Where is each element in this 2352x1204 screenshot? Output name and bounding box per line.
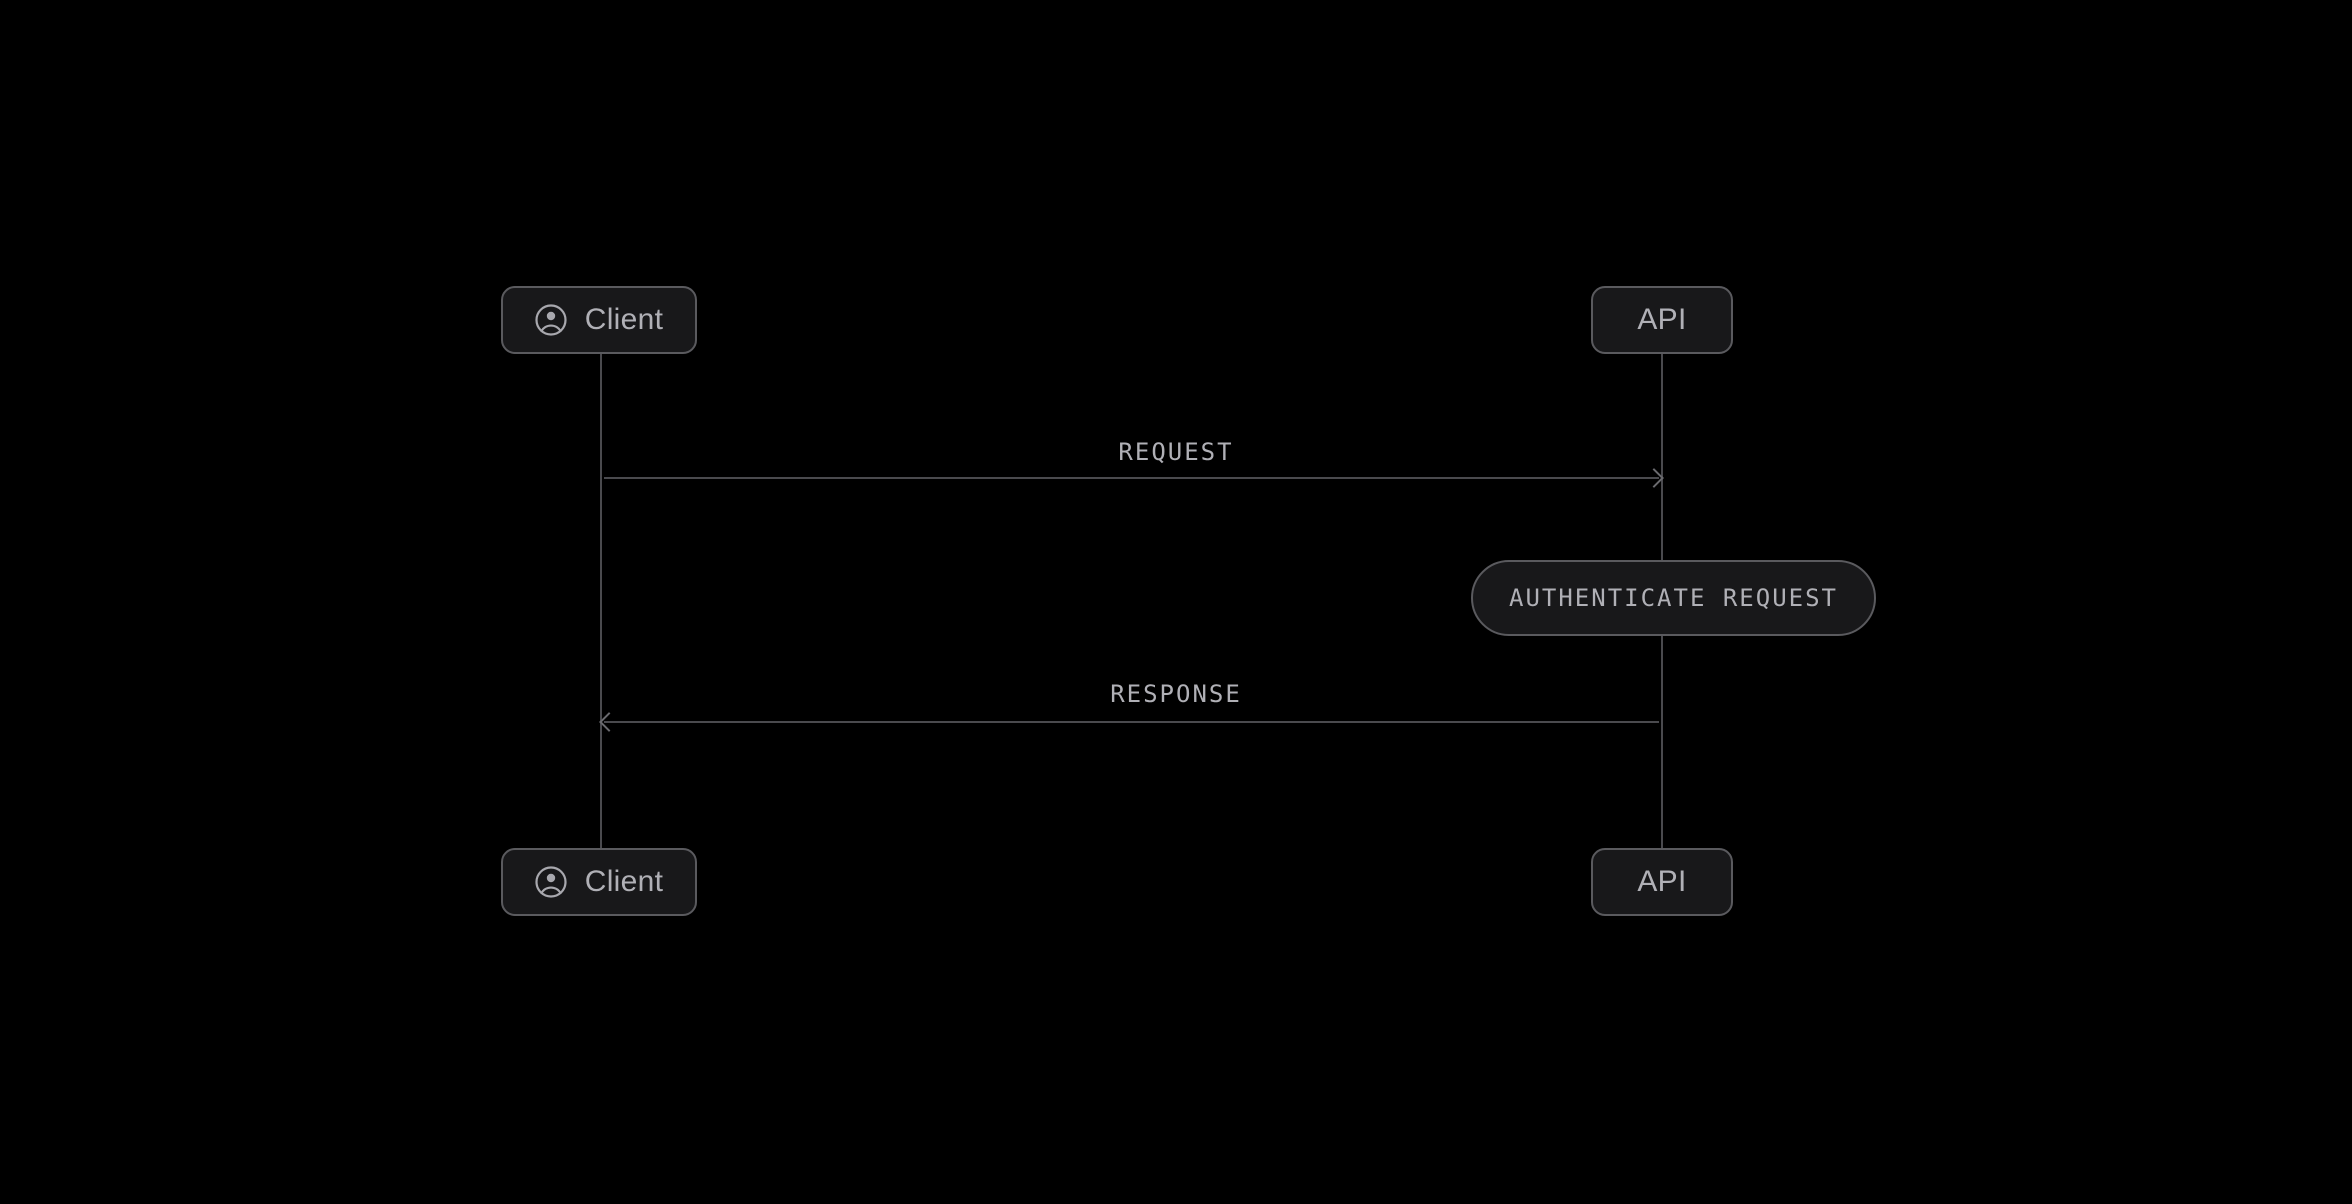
client-lifeline (600, 354, 602, 848)
arrow-left-icon (599, 712, 619, 732)
client-actor-top: Client (501, 286, 697, 354)
user-icon (535, 304, 567, 336)
response-arrow (604, 721, 1659, 723)
response-label: RESPONSE (411, 680, 1941, 708)
api-actor-bottom: API (1591, 848, 1733, 916)
client-label: Client (585, 865, 664, 899)
client-label: Client (585, 303, 664, 337)
authenticate-activation: AUTHENTICATE REQUEST (1471, 560, 1876, 636)
request-arrow (604, 477, 1659, 479)
client-actor-bottom: Client (501, 848, 697, 916)
request-label: REQUEST (411, 438, 1941, 466)
api-actor-top: API (1591, 286, 1733, 354)
api-label: API (1637, 865, 1686, 899)
sequence-diagram: Client API REQUEST AUTHENTICATE REQUEST … (411, 210, 1941, 994)
user-icon (535, 866, 567, 898)
api-label: API (1637, 303, 1686, 337)
